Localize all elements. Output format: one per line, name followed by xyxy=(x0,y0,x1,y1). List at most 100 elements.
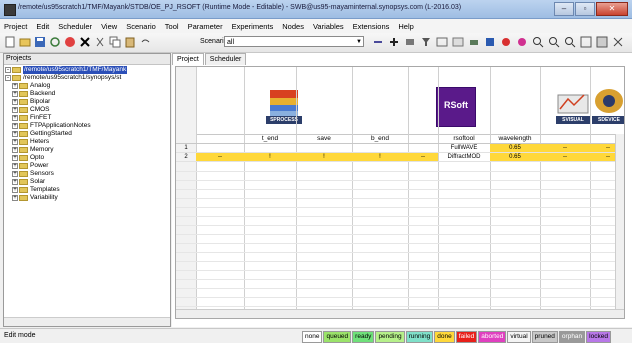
save-cell[interactable]: ! xyxy=(296,153,352,161)
tree-item-templates[interactable]: + Templates xyxy=(12,186,60,194)
tree-item-gettingstarted[interactable]: + GettingStarted xyxy=(12,130,72,138)
tree-item-finfet[interactable]: + FinFET xyxy=(12,114,51,122)
expand-icon[interactable]: + xyxy=(12,123,18,129)
delete-icon[interactable] xyxy=(79,36,91,48)
rsoftool-cell[interactable]: DiffractMOD xyxy=(438,153,490,161)
stop-icon[interactable] xyxy=(64,36,76,48)
table-view-icon[interactable] xyxy=(436,36,448,48)
header-t-end[interactable]: t_end xyxy=(244,134,296,143)
table-row[interactable]: 2 -- ! ! ! -- DiffractMOD 0.65 -- -- xyxy=(176,153,624,162)
maximize-button[interactable]: ▫ xyxy=(575,2,595,16)
add-tool-icon[interactable] xyxy=(372,36,384,48)
tree-item-cmos[interactable]: + CMOS xyxy=(12,106,50,114)
menu-parameter[interactable]: Parameter xyxy=(188,22,223,31)
menu-edit[interactable]: Edit xyxy=(36,22,49,31)
expand-icon[interactable]: + xyxy=(12,115,18,121)
open-folder-icon[interactable] xyxy=(19,36,31,48)
node-cell[interactable]: -- xyxy=(196,153,244,161)
paste-icon[interactable] xyxy=(124,36,136,48)
menu-variables[interactable]: Variables xyxy=(313,22,344,31)
copy-icon[interactable] xyxy=(109,36,121,48)
run-icon[interactable] xyxy=(500,36,512,48)
expand-icon[interactable]: + xyxy=(12,147,18,153)
menu-help[interactable]: Help xyxy=(398,22,413,31)
tree-item-variability[interactable]: + Variability xyxy=(12,194,58,202)
expand-icon[interactable]: + xyxy=(12,99,18,105)
wavelength-cell[interactable]: 0.65 xyxy=(490,144,540,152)
menu-tool[interactable]: Tool xyxy=(165,22,179,31)
table-row[interactable]: 1 FullWAVE 0.65 -- -- xyxy=(176,144,624,153)
menu-view[interactable]: View xyxy=(101,22,117,31)
collapse-icon[interactable]: - xyxy=(5,67,11,73)
expand-icon[interactable]: + xyxy=(12,163,18,169)
new-project-icon[interactable] xyxy=(4,36,16,48)
node-cell[interactable]: -- xyxy=(408,153,438,161)
add-experiment-icon[interactable] xyxy=(404,36,416,48)
tree-item-solar[interactable]: + Solar xyxy=(12,178,45,186)
expand-icon[interactable]: + xyxy=(12,187,18,193)
header-rsoftool[interactable]: rsoftool xyxy=(438,134,490,143)
expand-icon[interactable]: + xyxy=(12,171,18,177)
filter-icon[interactable] xyxy=(420,36,432,48)
menu-scheduler[interactable]: Scheduler xyxy=(58,22,92,31)
tree-item-bipolar[interactable]: + Bipolar xyxy=(12,98,50,106)
print-icon[interactable] xyxy=(468,36,480,48)
minimize-button[interactable]: – xyxy=(554,2,574,16)
zoom-fit-icon[interactable] xyxy=(564,36,576,48)
header-b-end[interactable]: b_end xyxy=(352,134,408,143)
menu-scenario[interactable]: Scenario xyxy=(126,22,156,31)
zoom-in-icon[interactable] xyxy=(532,36,544,48)
sdevice-tool[interactable]: SDEVICE xyxy=(592,87,624,125)
header-save[interactable]: save xyxy=(296,134,352,143)
expand-icon[interactable]: + xyxy=(12,83,18,89)
node-explorer-icon[interactable] xyxy=(596,36,608,48)
refresh-icon[interactable] xyxy=(49,36,61,48)
expand-icon[interactable]: + xyxy=(12,91,18,97)
expand-icon[interactable]: + xyxy=(12,107,18,113)
menu-experiments[interactable]: Experiments xyxy=(232,22,274,31)
add-parameter-icon[interactable] xyxy=(388,36,400,48)
tree-item-heters[interactable]: + Heters xyxy=(12,138,49,146)
expand-icon[interactable]: + xyxy=(12,139,18,145)
menu-extensions[interactable]: Extensions xyxy=(353,22,390,31)
tree-item-memory[interactable]: + Memory xyxy=(12,146,53,154)
close-button[interactable]: ✕ xyxy=(596,2,628,16)
undo-icon[interactable] xyxy=(139,36,151,48)
tab-scheduler[interactable]: Scheduler xyxy=(204,53,247,65)
layout-icon[interactable] xyxy=(580,36,592,48)
tree-item-analog[interactable]: + Analog xyxy=(12,82,50,90)
tree-item-backend[interactable]: + Backend xyxy=(12,90,55,98)
tree-item-opto[interactable]: + Opto xyxy=(12,154,44,162)
t-end-cell[interactable]: ! xyxy=(244,153,296,161)
tree-horizontal-scrollbar[interactable] xyxy=(4,317,170,326)
tree-item-root-2[interactable]: -/remote/us95scratch1/synopsys/st xyxy=(5,74,121,82)
expand-icon[interactable]: + xyxy=(12,155,18,161)
cut-icon[interactable] xyxy=(94,36,106,48)
svisual-node-cell[interactable]: -- xyxy=(540,153,590,161)
table-horizontal-scrollbar[interactable] xyxy=(176,309,624,318)
close-view-icon[interactable] xyxy=(612,36,624,48)
tree-item-power[interactable]: + Power xyxy=(12,162,48,170)
abort-icon[interactable] xyxy=(516,36,528,48)
rsoftool-cell[interactable]: FullWAVE xyxy=(438,144,490,152)
tree-item-ftpapplicationnotes[interactable]: + FTPApplicationNotes xyxy=(12,122,91,130)
collapse-icon[interactable]: - xyxy=(5,75,11,81)
tab-project[interactable]: Project xyxy=(172,53,204,65)
expand-icon[interactable]: + xyxy=(12,195,18,201)
expand-icon[interactable]: + xyxy=(12,131,18,137)
zoom-out-icon[interactable] xyxy=(548,36,560,48)
b-end-cell[interactable]: ! xyxy=(352,153,408,161)
svisual-node-cell[interactable]: -- xyxy=(540,144,590,152)
preprocess-icon[interactable] xyxy=(484,36,496,48)
menu-nodes[interactable]: Nodes xyxy=(282,22,304,31)
menu-project[interactable]: Project xyxy=(4,22,27,31)
tree-item-root-1[interactable]: -/remote/us95scratch1/TMF/Mayank xyxy=(5,66,128,74)
table-vertical-scrollbar[interactable] xyxy=(615,134,624,318)
header-wavelength[interactable]: wavelength xyxy=(490,134,540,143)
save-icon[interactable] xyxy=(34,36,46,48)
tree-item-sensors[interactable]: + Sensors xyxy=(12,170,54,178)
wavelength-cell[interactable]: 0.65 xyxy=(490,153,540,161)
options-icon[interactable] xyxy=(452,36,464,48)
expand-icon[interactable]: + xyxy=(12,179,18,185)
scenario-select[interactable]: all ▼ xyxy=(224,36,364,47)
